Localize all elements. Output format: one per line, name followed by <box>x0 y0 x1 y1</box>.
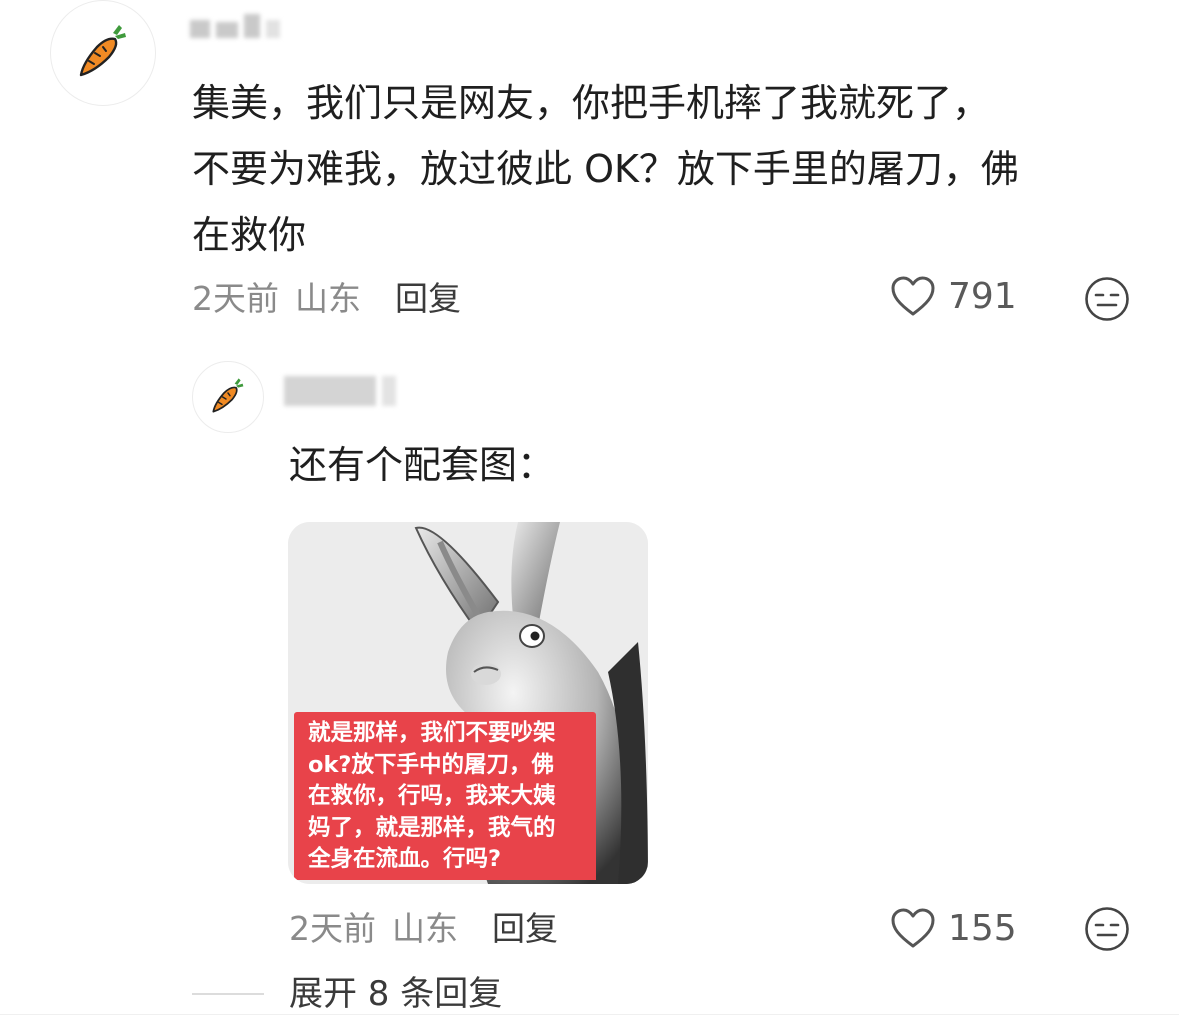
comment-time: 2天前 <box>192 279 279 318</box>
reply-button[interactable]: 回复 <box>395 272 461 320</box>
reply-meta: 2天前 山东 回复 <box>289 904 558 948</box>
meme-caption-line: 妈了，就是那样，我气的 <box>308 814 556 841</box>
like-button[interactable]: 791 <box>890 270 1017 322</box>
meme-caption-line: ok?放下手中的屠刀，佛 <box>308 751 554 778</box>
carrot-icon <box>79 25 126 77</box>
reply-time: 2天前 <box>289 909 376 948</box>
expand-divider <box>192 993 264 995</box>
comment-location: 山东 <box>295 279 361 318</box>
comment-line: 在救你 <box>192 213 307 257</box>
reaction-button[interactable] <box>1084 276 1130 322</box>
reply-location: 山东 <box>392 909 458 948</box>
reply-reaction-button[interactable] <box>1084 906 1130 952</box>
neutral-face-icon <box>1085 907 1129 951</box>
username-redacted[interactable] <box>190 8 280 38</box>
reply-like-count: 155 <box>948 907 1017 949</box>
reply-text: 还有个配套图： <box>289 443 556 487</box>
meme-caption: 就是那样，我们不要吵架 ok?放下手中的屠刀，佛 在救你，行吗，我来大姨 妈了，… <box>294 712 596 880</box>
reply-username-redacted[interactable] <box>284 376 396 406</box>
reply-like-button[interactable]: 155 <box>890 902 1017 954</box>
reply-avatar[interactable] <box>192 361 264 433</box>
comment-meta: 2天前 山东 回复 <box>192 274 461 318</box>
avatar[interactable] <box>50 0 156 106</box>
neutral-face-icon <box>1085 277 1129 321</box>
reply-reply-button[interactable]: 回复 <box>492 902 558 950</box>
expand-replies-button[interactable]: 展开 8 条回复 <box>289 966 502 1015</box>
carrot-icon <box>212 378 244 413</box>
comment-line: 集美，我们只是网友，你把手机摔了我就死了， <box>192 81 991 125</box>
comment-line: 不要为难我，放过彼此 OK？放下手里的屠刀，佛 <box>192 147 1019 191</box>
heart-icon <box>891 908 935 948</box>
comment-text: 集美，我们只是网友，你把手机摔了我就死了， 不要为难我，放过彼此 OK？放下手里… <box>192 70 1152 268</box>
meme-image[interactable]: 就是那样，我们不要吵架 ok?放下手中的屠刀，佛 在救你，行吗，我来大姨 妈了，… <box>288 522 648 884</box>
meme-caption-line: 在救你，行吗，我来大姨 <box>308 783 556 809</box>
heart-icon <box>891 276 935 316</box>
like-count: 791 <box>948 275 1017 317</box>
meme-caption-line: 全身在流血。行吗? <box>308 846 502 872</box>
bottom-divider <box>0 1014 1179 1015</box>
meme-caption-line: 就是那样，我们不要吵架 <box>308 720 556 746</box>
